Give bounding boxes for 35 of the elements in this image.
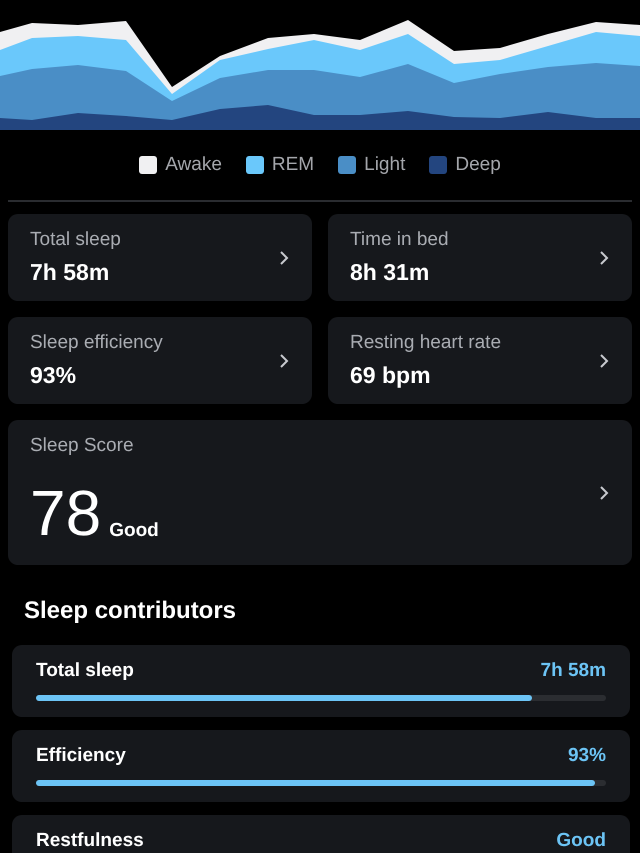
contributor-value: 7h 58m xyxy=(540,659,606,683)
section-heading: Sleep contributors xyxy=(23,596,238,626)
chevron-right-icon xyxy=(278,248,290,266)
chevron-right-icon xyxy=(278,352,290,370)
legend-label: Awake xyxy=(165,152,222,177)
metric-label: Sleep efficiency xyxy=(30,331,163,355)
contributor-value: Good xyxy=(556,829,606,853)
chevron-right-icon xyxy=(598,248,610,266)
contributor-card[interactable]: Restfulness Good xyxy=(12,815,630,853)
legend-label: Deep xyxy=(455,152,501,177)
sleep-score-card[interactable]: Sleep Score 78 Good xyxy=(8,420,632,565)
metric-label: Resting heart rate xyxy=(350,331,502,355)
metric-value: 7h 58m xyxy=(30,258,110,286)
score-value: 78 xyxy=(30,481,102,545)
contributor-label: Restfulness xyxy=(36,829,144,853)
chevron-right-icon xyxy=(598,352,610,370)
chevron-right-icon xyxy=(598,484,610,502)
contributor-card[interactable]: Efficiency 93% xyxy=(12,730,630,802)
contributor-label: Total sleep xyxy=(36,659,134,683)
score-rating: Good xyxy=(109,518,159,542)
metric-label: Time in bed xyxy=(350,228,449,252)
metric-card[interactable]: Time in bed 8h 31m xyxy=(328,214,632,301)
legend-label: REM xyxy=(272,152,314,177)
metric-value: 69 bpm xyxy=(350,360,432,390)
contributor-label: Efficiency xyxy=(36,744,126,768)
metric-value: 8h 31m xyxy=(350,258,430,286)
contributor-card[interactable]: Total sleep 7h 58m xyxy=(12,645,630,717)
contributor-value: 93% xyxy=(568,744,606,768)
metric-label: Total sleep xyxy=(30,228,121,252)
score-label: Sleep Score xyxy=(30,434,135,458)
metric-card[interactable]: Sleep efficiency 93% xyxy=(8,317,312,404)
legend-label: Light xyxy=(364,152,406,177)
metric-value: 93% xyxy=(30,360,78,390)
metric-card[interactable]: Total sleep 7h 58m xyxy=(8,214,312,301)
metric-card[interactable]: Resting heart rate 69 bpm xyxy=(328,317,632,404)
